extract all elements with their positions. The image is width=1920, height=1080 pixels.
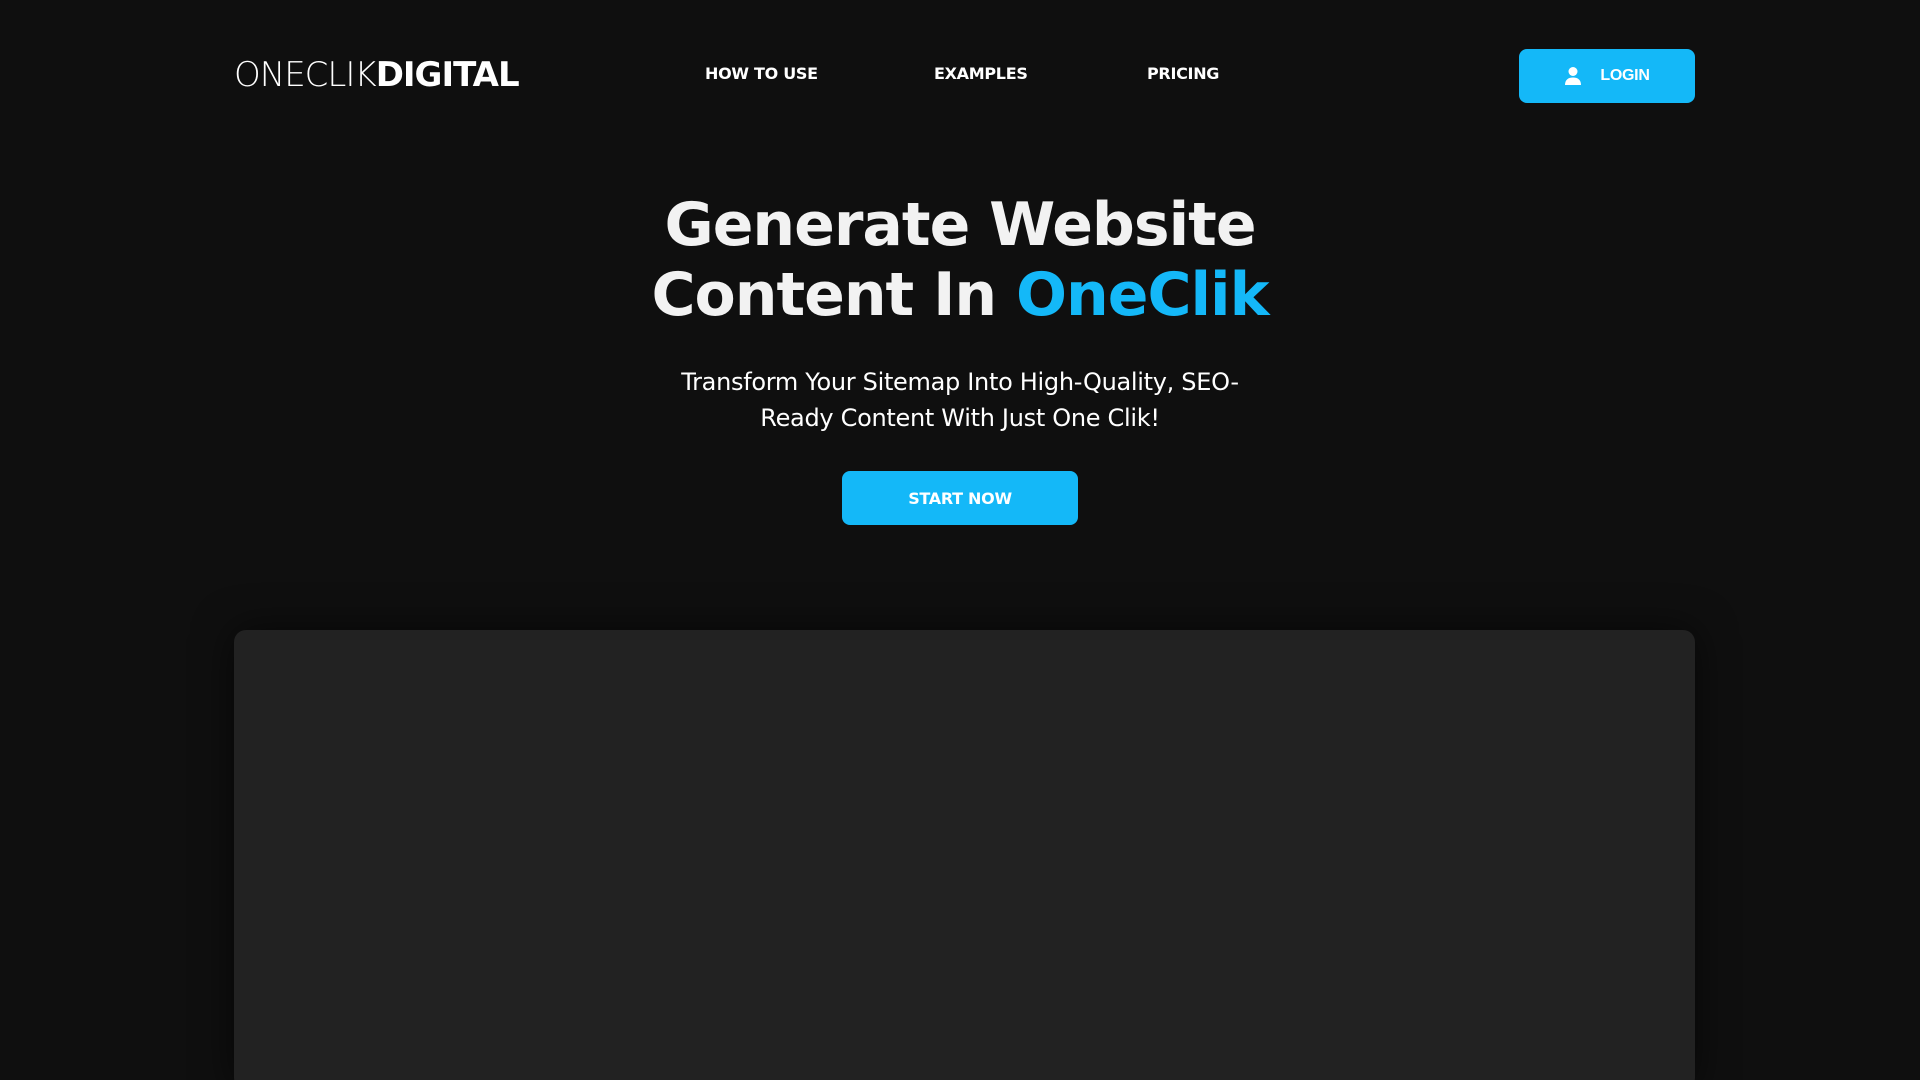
- logo-bold-text: DIGITAL: [375, 55, 520, 95]
- hero-subtitle: Transform Your Sitemap Into High-Quality…: [681, 368, 1239, 432]
- hero-title-line1: Generate Website: [664, 190, 1256, 260]
- logo-light-text: ONECLIK: [234, 55, 377, 95]
- nav-link-how-to-use[interactable]: HOW TO USE: [705, 64, 818, 83]
- site-header: ONECLIKDIGITAL HOW TO USE EXAMPLES PRICI…: [234, 49, 1695, 103]
- landing-page: ONECLIKDIGITAL HOW TO USE EXAMPLES PRICI…: [0, 0, 1920, 1080]
- preview-panel: [234, 630, 1695, 1080]
- nav-link-pricing[interactable]: PRICING: [1147, 64, 1219, 83]
- hero-title: Generate Website Content In OneClik: [0, 190, 1920, 330]
- user-icon: [1565, 67, 1582, 85]
- hero-title-accent: OneClik: [1016, 260, 1269, 330]
- hero-section: Generate Website Content In OneClik Tran…: [0, 190, 1920, 525]
- brand-logo[interactable]: ONECLIKDIGITAL: [234, 55, 520, 95]
- login-button[interactable]: LOGIN: [1519, 49, 1695, 103]
- login-label: LOGIN: [1600, 67, 1650, 84]
- nav-link-examples[interactable]: EXAMPLES: [934, 64, 1028, 83]
- start-now-button[interactable]: START NOW: [842, 471, 1078, 525]
- hero-title-line2-prefix: Content In: [651, 260, 1017, 330]
